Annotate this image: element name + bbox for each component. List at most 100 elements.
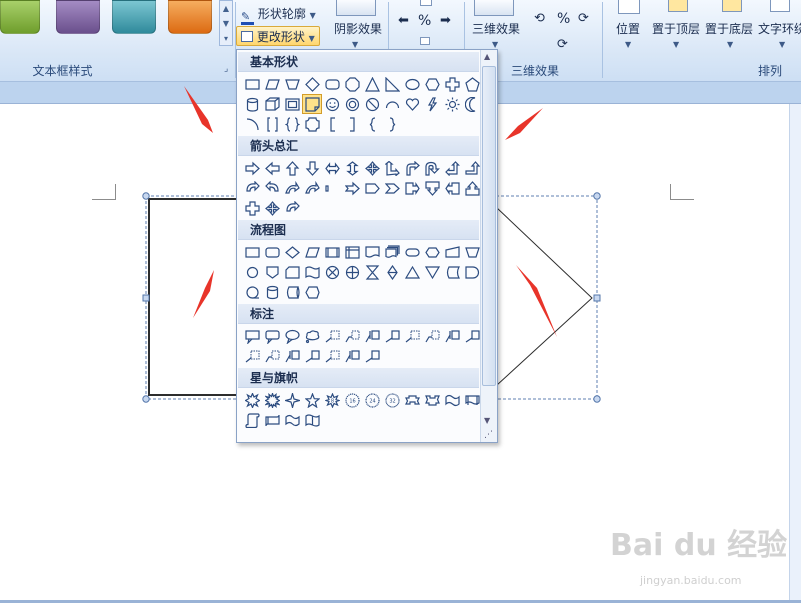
shape-cb-line2-icon[interactable] <box>262 346 282 366</box>
tilt-up-icon[interactable]: ⟳ <box>557 36 568 54</box>
shape-ar-l-icon[interactable] <box>262 158 282 178</box>
shape-cb-acc-icon[interactable] <box>342 346 362 366</box>
shape-scrollv-icon[interactable] <box>242 410 262 430</box>
shape-smile-icon[interactable] <box>322 94 342 114</box>
gallery-down-icon[interactable]: ▼ <box>220 16 232 31</box>
shape-ribbonc-icon[interactable] <box>442 390 462 410</box>
nudge-right-icon[interactable]: ➡ <box>440 12 451 30</box>
gallery-scroll[interactable]: ▲ ▼ ▾ <box>219 0 233 46</box>
shape-ar-uturn-icon[interactable] <box>422 158 442 178</box>
shape-cb-oval-icon[interactable] <box>282 326 302 346</box>
shape-cb-line-icon[interactable] <box>322 346 342 366</box>
chevron-down-icon[interactable]: ▼ <box>727 40 733 49</box>
shape-pent-icon[interactable] <box>462 74 482 94</box>
nudge-left-icon[interactable]: ⬅ <box>398 12 409 30</box>
tilt-right-icon[interactable]: ⟳ <box>578 10 589 28</box>
scroll-up-icon[interactable]: ▲ <box>484 52 490 61</box>
shape-outline-button[interactable]: ✎ 形状轮廓 ▼ <box>237 4 320 25</box>
shape-cb-line-icon[interactable] <box>242 346 262 366</box>
style-swatch-purple[interactable] <box>56 0 100 34</box>
bring-to-front-button[interactable]: 置于顶层 <box>652 20 700 38</box>
three-d-effects-button[interactable]: 三维效果 <box>472 20 520 38</box>
resize-grip-icon[interactable]: ⋰ <box>484 430 493 440</box>
shape-cb-line-icon[interactable] <box>322 326 342 346</box>
shape-cb-acc-icon[interactable] <box>442 326 462 346</box>
shape-fc-data-icon[interactable] <box>302 242 322 262</box>
shape-fc-or-icon[interactable] <box>342 262 362 282</box>
shape-ellipse-icon[interactable] <box>402 74 422 94</box>
shape-can-icon[interactable] <box>242 94 262 114</box>
shape-fc-seq-icon[interactable] <box>242 282 262 302</box>
shadow-toggle-icon[interactable]: % <box>418 12 431 30</box>
shape-star5-icon[interactable] <box>302 390 322 410</box>
shape-lbrace-icon[interactable] <box>362 114 382 134</box>
shape-sun-icon[interactable] <box>442 94 462 114</box>
shape-cb-acc-icon[interactable] <box>282 346 302 366</box>
shape-plus-icon[interactable] <box>242 198 262 218</box>
shape-burst-icon[interactable] <box>242 390 262 410</box>
shape-cube-icon[interactable] <box>262 94 282 114</box>
style-swatch-green[interactable] <box>0 0 40 34</box>
shape-rbrace-icon[interactable] <box>382 114 402 134</box>
shape-star24-icon[interactable]: 24 <box>362 390 382 410</box>
shape-ar-r-icon[interactable] <box>242 158 262 178</box>
shape-calld-icon[interactable] <box>422 178 442 198</box>
shape-cb-acc-icon[interactable] <box>362 326 382 346</box>
shape-fc-term-icon[interactable] <box>402 242 422 262</box>
shape-ar-str-icon[interactable] <box>322 178 342 198</box>
shape-fc-proc-icon[interactable] <box>242 242 262 262</box>
shape-moon-icon[interactable] <box>462 94 482 114</box>
shape-star4-icon[interactable] <box>282 390 302 410</box>
scroll-thumb[interactable] <box>482 66 496 386</box>
shape-ar-cw-icon[interactable] <box>242 178 262 198</box>
shape-fc-sum-icon[interactable] <box>322 262 342 282</box>
shape-nosym-icon[interactable] <box>362 94 382 114</box>
shape-ar-lr-icon[interactable] <box>322 158 342 178</box>
shape-ar-notch-icon[interactable] <box>342 178 362 198</box>
shape-cb-line-icon[interactable] <box>402 326 422 346</box>
position-icon[interactable] <box>618 0 640 14</box>
shape-ar-bent-icon[interactable] <box>402 158 422 178</box>
shape-fc-ext-icon[interactable] <box>402 262 422 282</box>
bring-to-front-icon[interactable] <box>668 0 688 12</box>
shape-cb-box-icon[interactable] <box>382 326 402 346</box>
shape-fc-disk-icon[interactable] <box>262 282 282 302</box>
shape-cb-line2-icon[interactable] <box>422 326 442 346</box>
shape-fc-mrg-icon[interactable] <box>422 262 442 282</box>
vertical-scrollbar[interactable] <box>789 104 801 600</box>
shape-fc-dec-icon[interactable] <box>282 242 302 262</box>
shape-trap-icon[interactable] <box>282 74 302 94</box>
shape-pentarr-icon[interactable] <box>362 178 382 198</box>
shape-fc-tape-icon[interactable] <box>302 262 322 282</box>
shape-cb-line2-icon[interactable] <box>342 326 362 346</box>
shape-fc-pre-icon[interactable] <box>322 242 342 262</box>
shadow-effect-icon[interactable] <box>336 0 376 16</box>
shape-cb-box-icon[interactable] <box>302 346 322 366</box>
shape-fc-sort-icon[interactable] <box>382 262 402 282</box>
shape-fc-card-icon[interactable] <box>282 262 302 282</box>
shape-cb-rrect-icon[interactable] <box>262 326 282 346</box>
gallery-more-icon[interactable]: ▾ <box>220 31 232 46</box>
shape-rect-icon[interactable] <box>242 74 262 94</box>
shape-oct-icon[interactable] <box>342 74 362 94</box>
shape-plus-icon[interactable] <box>442 74 462 94</box>
shape-ar-ud-icon[interactable] <box>342 158 362 178</box>
shape-callr-icon[interactable] <box>402 178 422 198</box>
chevron-down-icon[interactable]: ▼ <box>352 40 358 49</box>
shape-ar-lup-icon[interactable] <box>442 158 462 178</box>
change-shape-button[interactable]: 更改形状 ▼ <box>236 26 320 46</box>
style-swatch-orange[interactable] <box>168 0 212 34</box>
scroll-down-icon[interactable]: ▼ <box>484 416 490 425</box>
shape-ar-4-icon[interactable] <box>262 198 282 218</box>
shape-cb-box-icon[interactable] <box>362 346 382 366</box>
shape-fc-stor-icon[interactable] <box>442 262 462 282</box>
shape-fc-off-icon[interactable] <box>262 262 282 282</box>
tilt-left-icon[interactable]: ⟲ <box>534 10 545 28</box>
shape-ar-4-icon[interactable] <box>362 158 382 178</box>
shape-frame-icon[interactable] <box>282 94 302 114</box>
shape-star8-icon[interactable]: 8 <box>322 390 342 410</box>
shape-fc-dir-icon[interactable] <box>282 282 302 302</box>
shape-chevron-icon[interactable] <box>382 178 402 198</box>
shape-wave-icon[interactable] <box>282 410 302 430</box>
shadow-nudge-down-icon[interactable] <box>420 37 430 45</box>
